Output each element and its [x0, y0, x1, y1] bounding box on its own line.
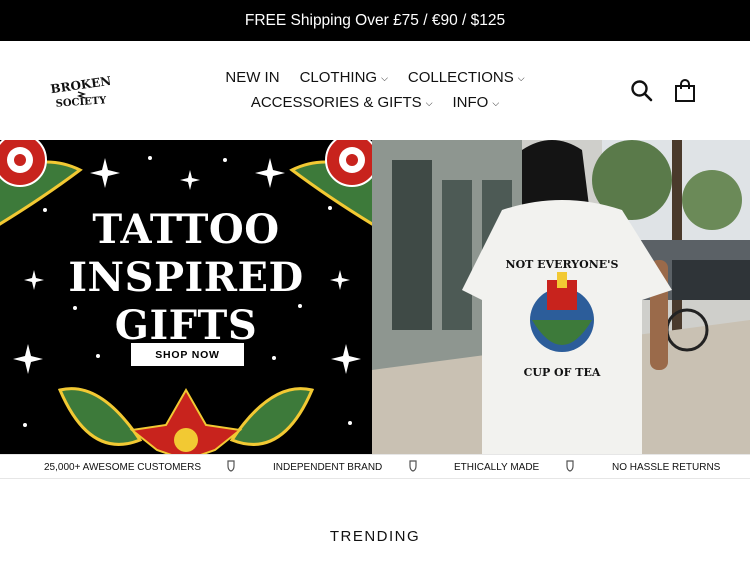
hero-title: TATTOO INSPIRED GIFTS — [0, 206, 372, 350]
usp-bar: 25,000+ AWESOME CUSTOMERS INDEPENDENT BR… — [0, 454, 750, 479]
nav-label: COLLECTIONS — [407, 69, 514, 86]
usp-returns: NO HASSLE RETURNS — [612, 462, 721, 473]
announcement-bar: FREE Shipping Over £75 / €90 / $125 — [0, 0, 750, 41]
nav-item-accessories-gifts[interactable]: ACCESSORIES & GIFTS ⌵ — [251, 94, 433, 111]
nav-item-collections[interactable]: COLLECTIONS ⌵ — [408, 69, 525, 86]
nav-item-clothing[interactable]: CLOTHING ⌵ — [300, 69, 388, 86]
hero-title-line2: INSPIRED — [68, 254, 304, 301]
nav-label: NEW IN — [225, 69, 280, 86]
nav-item-new-in[interactable]: NEW IN — [225, 69, 279, 86]
hero-title-line1: TATTOO — [92, 206, 280, 253]
cart-button[interactable] — [672, 78, 698, 104]
chevron-down-icon: ⌵ — [492, 98, 500, 108]
hero-promo-panel[interactable]: TATTOO INSPIRED GIFTS SHOP NOW — [0, 140, 372, 454]
announcement-text: FREE Shipping Over £75 / €90 / $125 — [244, 11, 506, 29]
site-header: BROKEN SOCIETY NEW IN CLOTHING ⌵ COLLECT… — [0, 41, 750, 140]
usp-independent: INDEPENDENT BRAND — [273, 462, 383, 473]
shirt-text-top: NOT EVERYONE'S — [506, 258, 619, 271]
shopping-bag-icon — [675, 79, 695, 102]
model-photo: NOT EVERYONE'S CUP OF TEA — [372, 140, 750, 454]
nav-label: CLOTHING — [299, 69, 378, 86]
chevron-down-icon: ⌵ — [425, 98, 433, 108]
hero-photo[interactable]: NOT EVERYONE'S CUP OF TEA — [372, 140, 750, 454]
search-icon — [631, 80, 653, 102]
usp-ethical: ETHICALLY MADE — [454, 462, 540, 473]
poinsettia-bottom — [57, 387, 315, 454]
nav-label: INFO — [452, 94, 489, 111]
nav-row-2: ACCESSORIES & GIFTS ⌵ INFO ⌵ — [210, 90, 540, 115]
main-nav: NEW IN CLOTHING ⌵ COLLECTIONS ⌵ ACCESSOR… — [210, 65, 540, 115]
shield-icon — [227, 460, 235, 472]
hero-banner: TATTOO INSPIRED GIFTS SHOP NOW NOT EVERY… — [0, 140, 750, 454]
search-button[interactable] — [629, 78, 655, 104]
chevron-down-icon: ⌵ — [381, 73, 388, 83]
nav-label: ACCESSORIES & GIFTS — [250, 94, 422, 111]
logo-mark: BROKEN SOCIETY — [50, 74, 112, 110]
shirt-text-bottom: CUP OF TEA — [524, 366, 601, 379]
nav-item-info[interactable]: INFO ⌵ — [453, 94, 500, 111]
brand-logo[interactable]: BROKEN SOCIETY — [48, 72, 114, 112]
usp-customers: 25,000+ AWESOME CUSTOMERS — [44, 462, 201, 473]
shield-icon — [566, 460, 574, 472]
nav-row-1: NEW IN CLOTHING ⌵ COLLECTIONS ⌵ — [210, 65, 540, 90]
logo-line2: SOCIETY — [55, 95, 107, 110]
trending-heading: TRENDING — [329, 528, 421, 545]
shop-now-button[interactable]: SHOP NOW — [131, 343, 244, 366]
shield-icon — [409, 460, 417, 472]
chevron-down-icon: ⌵ — [517, 73, 525, 83]
